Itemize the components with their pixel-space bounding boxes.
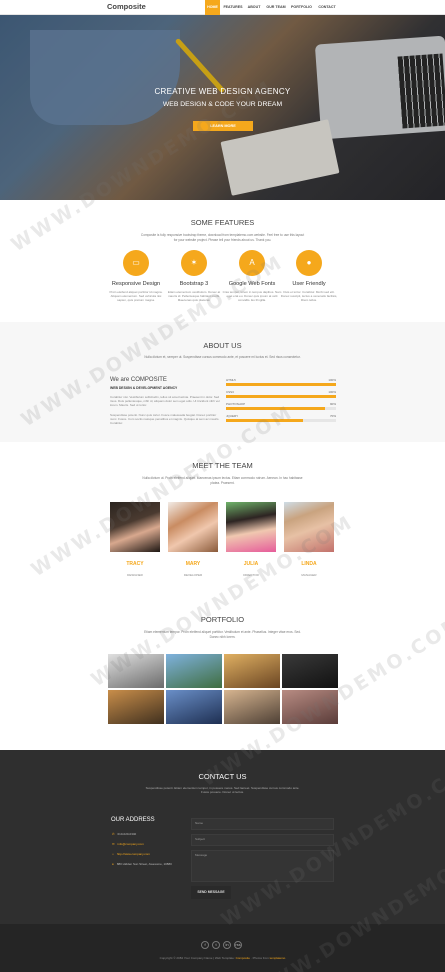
address-location: ● 880 Hidden Sun Street, Awesome, 10880 bbox=[112, 862, 172, 866]
portfolio-item-street[interactable] bbox=[224, 654, 280, 688]
portfolio-item-sunset[interactable] bbox=[108, 690, 164, 724]
name-field[interactable]: Name bbox=[191, 818, 334, 830]
team-photo bbox=[110, 502, 160, 552]
portfolio-text: Etiam elementum tempor. Proin eleifend a… bbox=[144, 630, 301, 639]
user-feature-icon: ● bbox=[296, 250, 322, 276]
portfolio-item-solar[interactable] bbox=[166, 690, 222, 724]
about-paragraph: Suspendisse potenti. Nunc quis tortor. F… bbox=[110, 413, 220, 425]
team-photo bbox=[284, 502, 334, 552]
feature-title: User Friendly bbox=[292, 281, 326, 287]
linkedin-icon[interactable]: in bbox=[223, 941, 231, 949]
feature-text: Cras tempor, lorem in tempus dapibus. Na… bbox=[222, 290, 282, 302]
address-phone: ✆ 010-020-0340 bbox=[112, 832, 137, 836]
team-role: MANAGER bbox=[301, 573, 317, 577]
template-link[interactable]: Composite bbox=[236, 956, 250, 960]
hero-subtitle: WEB DESIGN & CODE YOUR DREAM bbox=[162, 101, 283, 108]
team-name: JULIA bbox=[243, 561, 259, 567]
hero-title: CREATIVE WEB DESIGN AGENCY bbox=[154, 87, 291, 96]
nav-about[interactable]: ABOUT bbox=[245, 0, 263, 15]
skill-bar bbox=[226, 419, 303, 422]
team-name: TRACY bbox=[126, 561, 144, 567]
home-icon: ⌂ bbox=[112, 852, 114, 856]
nav-contact[interactable]: CONTACT bbox=[316, 0, 338, 15]
team-photo bbox=[168, 502, 218, 552]
address-website[interactable]: ⌂ http://www.company.com bbox=[112, 852, 150, 856]
team-name: LINDA bbox=[301, 561, 317, 567]
skill-label: JQUERY 70% bbox=[226, 414, 336, 418]
skill-bar bbox=[226, 383, 336, 386]
contact-text: Suspendisse potenti. Etiam elementum tem… bbox=[145, 786, 300, 794]
team-text: Nulla dictum ut. Proin eleifend aliquet.… bbox=[142, 476, 303, 485]
portfolio-item-laptop[interactable] bbox=[108, 654, 164, 688]
fonts-feature-icon: A bbox=[239, 250, 265, 276]
nav-home[interactable]: HOME bbox=[205, 0, 220, 15]
skill-bar bbox=[226, 407, 325, 410]
responsive-feature-icon: ▭ bbox=[123, 250, 149, 276]
brand-logo[interactable]: Composite bbox=[107, 2, 146, 11]
message-field[interactable]: Message bbox=[191, 850, 334, 882]
address-email[interactable]: ✉ info@company.com bbox=[112, 842, 144, 846]
map-marker-icon: ● bbox=[112, 862, 114, 866]
footer bbox=[0, 924, 445, 972]
copyright-text: Copyright © 2084 Your Company Name | Web… bbox=[159, 956, 286, 960]
send-message-button[interactable]: SEND MESSAGE bbox=[191, 886, 231, 899]
feature-text: Etiam elementum vestibulum. Donec at mau… bbox=[167, 290, 221, 302]
nav-portfolio[interactable]: PORTFOLIO bbox=[289, 0, 314, 15]
team-card-linda[interactable]: LINDA bbox=[282, 500, 336, 572]
about-section bbox=[0, 322, 445, 442]
about-title: ABOUT US bbox=[203, 341, 242, 350]
team-role: DIRECTOR bbox=[243, 573, 259, 577]
skill-label: HTML5 100% bbox=[226, 378, 336, 382]
features-title: SOME FEATURES bbox=[190, 218, 255, 227]
features-text: Composite is fully responsive bootstrap … bbox=[140, 233, 305, 242]
skill-label: PHOTOSHOP 90% bbox=[226, 402, 336, 406]
twitter-icon[interactable]: t bbox=[212, 941, 220, 949]
address-title: OUR ADDRESS bbox=[111, 817, 155, 823]
feature-text: Duis et tortor. Curabitur. Morbi sed eli… bbox=[280, 290, 338, 302]
learn-more-button[interactable]: LEARN MORE bbox=[193, 121, 253, 131]
about-text: Nulla dictum et, semper ut. Suspendisse … bbox=[144, 355, 301, 359]
phone-icon: ✆ bbox=[112, 832, 115, 836]
subject-field[interactable]: Subject bbox=[191, 834, 334, 846]
rss-icon[interactable]: rss bbox=[234, 941, 242, 949]
team-card-julia[interactable]: JULIA bbox=[224, 500, 278, 572]
designer-link[interactable]: templatemo bbox=[270, 956, 286, 960]
portfolio-item-mountain[interactable] bbox=[166, 654, 222, 688]
feature-text: Proin eleifend aliquet porttitor id magn… bbox=[109, 290, 163, 302]
about-subheading: WEB DESIGN & DEVELOPMENT AGENCY bbox=[110, 386, 178, 390]
bootstrap-feature-icon: ✶ bbox=[181, 250, 207, 276]
nav-features[interactable]: FEATURES bbox=[222, 0, 244, 15]
about-paragraph: Curabitur nisi. Vestibulum sollicitudin,… bbox=[110, 395, 220, 407]
team-card-mary[interactable]: MARY bbox=[166, 500, 220, 572]
skill-label: CSS3 100% bbox=[226, 390, 336, 394]
portfolio-item-building[interactable] bbox=[282, 690, 338, 724]
team-role: DESIGNER bbox=[127, 573, 143, 577]
mail-icon: ✉ bbox=[112, 842, 115, 846]
about-heading: We are COMPOSITE bbox=[110, 377, 167, 383]
portfolio-title: PORTFOLIO bbox=[200, 615, 245, 624]
team-title: MEET THE TEAM bbox=[192, 461, 253, 470]
skill-bar bbox=[226, 395, 336, 398]
nav-our-team[interactable]: OUR TEAM bbox=[265, 0, 287, 15]
portfolio-item-city[interactable] bbox=[224, 690, 280, 724]
team-photo bbox=[226, 502, 276, 552]
team-name: MARY bbox=[185, 561, 201, 567]
contact-title: CONTACT US bbox=[198, 772, 247, 781]
team-card-tracy[interactable]: TRACY bbox=[108, 500, 162, 572]
portfolio-item-keyboard[interactable] bbox=[282, 654, 338, 688]
facebook-icon[interactable]: f bbox=[201, 941, 209, 949]
team-role: DEVELOPER bbox=[183, 573, 203, 577]
